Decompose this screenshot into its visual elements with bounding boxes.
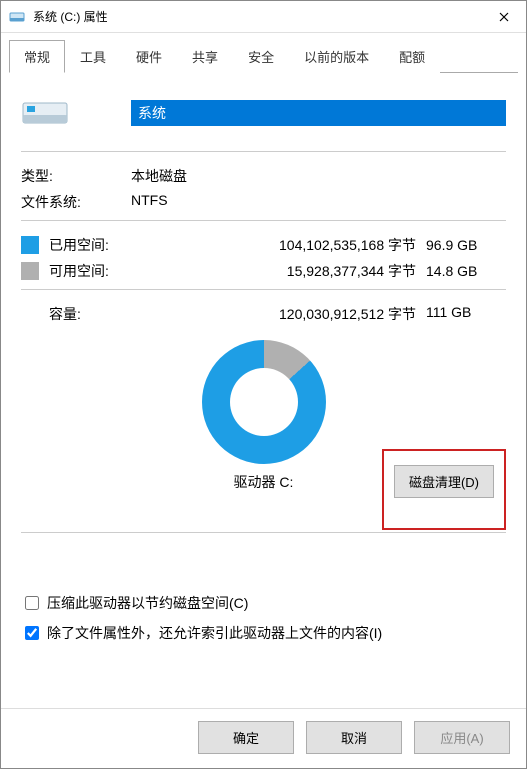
tab-tools[interactable]: 工具	[65, 40, 121, 73]
compress-label: 压缩此驱动器以节约磁盘空间(C)	[47, 593, 248, 613]
value-filesystem: NTFS	[131, 192, 506, 212]
value-free-gb: 14.8 GB	[426, 263, 506, 279]
used-color-swatch	[21, 236, 39, 254]
separator	[21, 151, 506, 152]
separator	[21, 532, 506, 533]
value-used-gb: 96.9 GB	[426, 237, 506, 253]
index-label: 除了文件属性外，还允许索引此驱动器上文件的内容(I)	[47, 623, 382, 643]
drive-name-input[interactable]	[131, 100, 506, 126]
label-capacity: 容量:	[21, 304, 131, 324]
highlight-box: 磁盘清理(D)	[382, 449, 506, 530]
separator	[21, 289, 506, 290]
properties-dialog: 系统 (C:) 属性 常规 工具 硬件 共享 安全 以前的版本 配额	[0, 0, 527, 769]
value-used-bytes: 104,102,535,168 字节	[131, 235, 426, 255]
tab-content-general: 类型: 本地磁盘 文件系统: NTFS 已用空间: 104,102,535,16…	[1, 73, 526, 708]
value-type: 本地磁盘	[131, 166, 506, 186]
drive-icon	[21, 95, 69, 131]
tab-strip: 常规 工具 硬件 共享 安全 以前的版本 配额	[9, 39, 518, 73]
value-free-bytes: 15,928,377,344 字节	[131, 261, 426, 281]
tab-security[interactable]: 安全	[233, 40, 289, 73]
tab-general[interactable]: 常规	[9, 40, 65, 73]
index-checkbox-row[interactable]: 除了文件属性外，还允许索引此驱动器上文件的内容(I)	[21, 623, 506, 643]
label-used: 已用空间:	[49, 235, 131, 255]
tab-hardware[interactable]: 硬件	[121, 40, 177, 73]
apply-button: 应用(A)	[414, 721, 510, 754]
free-color-swatch	[21, 262, 39, 280]
value-capacity-gb: 111 GB	[426, 304, 506, 324]
index-checkbox[interactable]	[25, 626, 39, 640]
titlebar: 系统 (C:) 属性	[1, 1, 526, 33]
drive-icon-small	[9, 9, 25, 25]
separator	[21, 220, 506, 221]
compress-checkbox-row[interactable]: 压缩此驱动器以节约磁盘空间(C)	[21, 593, 506, 613]
label-type: 类型:	[21, 166, 131, 186]
disk-cleanup-button[interactable]: 磁盘清理(D)	[394, 465, 494, 498]
value-capacity-bytes: 120,030,912,512 字节	[131, 304, 426, 324]
label-free: 可用空间:	[49, 261, 131, 281]
ok-button[interactable]: 确定	[198, 721, 294, 754]
tab-quota[interactable]: 配额	[384, 40, 440, 73]
drive-caption: 驱动器 C:	[202, 472, 326, 492]
usage-pie-chart	[202, 340, 326, 464]
window-title: 系统 (C:) 属性	[33, 8, 481, 25]
close-button[interactable]	[481, 1, 526, 33]
cancel-button[interactable]: 取消	[306, 721, 402, 754]
label-filesystem: 文件系统:	[21, 192, 131, 212]
compress-checkbox[interactable]	[25, 596, 39, 610]
dialog-footer: 确定 取消 应用(A)	[1, 708, 526, 768]
tab-sharing[interactable]: 共享	[177, 40, 233, 73]
tab-previous-versions[interactable]: 以前的版本	[289, 40, 384, 73]
